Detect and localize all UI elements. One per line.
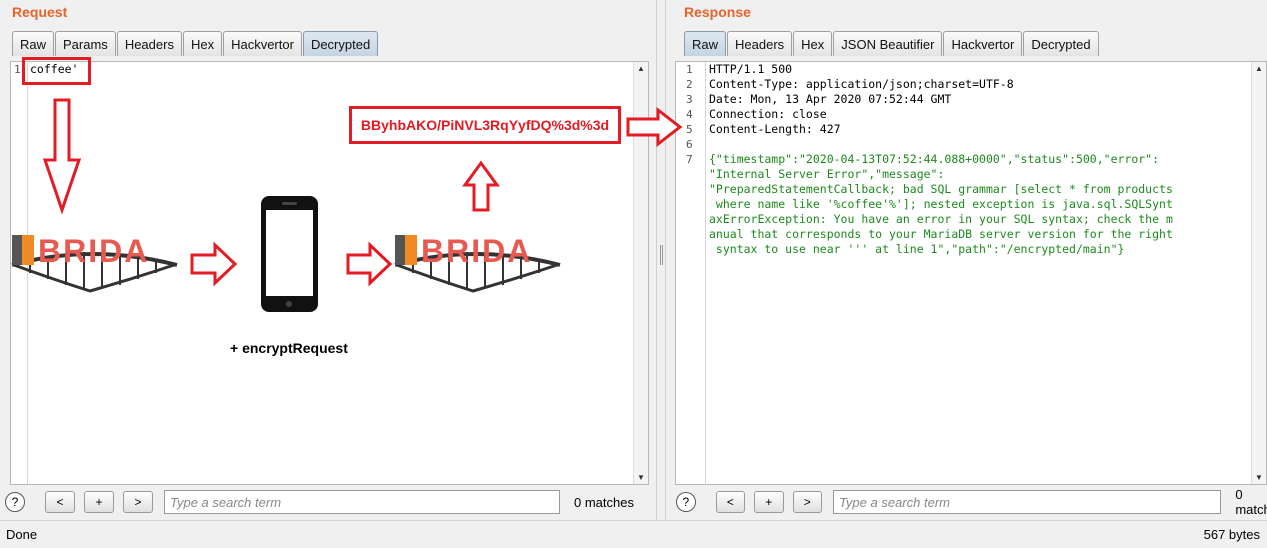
line-number: 5 [686,123,693,136]
body-line: anual that corresponds to your MariaDB s… [709,227,1173,241]
scroll-down-icon[interactable]: ▼ [634,471,648,484]
help-icon[interactable]: ? [676,492,696,512]
response-tab-raw[interactable]: Raw [684,31,727,56]
scroll-up-icon[interactable]: ▲ [634,62,648,75]
prev-match-button[interactable]: < [45,491,75,513]
prev-match-button[interactable]: < [715,491,746,513]
divider-grip-icon[interactable] [660,245,663,265]
next-match-button[interactable]: > [792,491,822,513]
line-number: 6 [686,138,693,151]
split-divider[interactable] [656,0,666,520]
body-line: "PreparedStatementCallback; bad SQL gram… [709,182,1173,196]
body-line: syntax to use near ''' at line 1","path"… [709,242,1125,256]
add-button[interactable]: + [754,491,784,513]
line-number: 1 [14,63,21,76]
header-line: Content-Length: 427 [709,122,841,136]
response-tab-hackvertor[interactable]: Hackvertor [943,31,1023,56]
response-scrollbar[interactable]: ▲ ▼ [1251,62,1266,484]
request-searchbar: ? < + > 0 matches [5,489,634,515]
header-line: Date: Mon, 13 Apr 2020 07:52:44 GMT [709,92,952,106]
request-title: Request [12,4,68,20]
add-button[interactable]: + [84,491,114,513]
byte-count: 567 bytes [1203,527,1260,542]
response-tab-decrypted[interactable]: Decrypted [1023,31,1099,56]
line-number: 7 [686,153,693,166]
request-matches: 0 matches [574,494,634,510]
request-tabs: Raw Params Headers Hex Hackvertor Decrypted [12,31,379,56]
body-line: {"timestamp":"2020-04-13T07:52:44.088+00… [709,152,1160,166]
response-pane: Response Raw Headers Hex JSON Beautifier Hac… [666,0,1267,520]
response-tab-headers[interactable]: Headers [727,31,793,56]
request-tab-hackvertor[interactable]: Hackvertor [223,31,302,56]
response-title: Response [684,4,751,20]
request-tab-params[interactable]: Params [55,31,116,56]
request-gutter: 1 [11,62,28,484]
request-pane: Request Raw Params Headers Hex Hackvertor Dec… [0,0,656,520]
line-number: 2 [686,78,693,91]
request-scrollbar[interactable]: ▲ ▼ [633,62,648,484]
header-line: Connection: close [709,107,827,121]
response-code[interactable]: HTTP/1.1 500 Content-Type: application/js… [709,62,1249,257]
response-tab-json-beautifier[interactable]: JSON Beautifier [833,31,943,56]
code-line: coffee' [30,62,79,76]
body-line: axErrorException: You have an error in y… [709,212,1173,226]
response-matches: 0 matches [1235,487,1267,517]
response-search-input[interactable] [832,490,1222,514]
scroll-down-icon[interactable]: ▼ [1252,471,1266,484]
scroll-up-icon[interactable]: ▲ [1252,62,1266,75]
request-code[interactable]: coffee' [30,62,78,77]
body-line: where name like '%coffee'%']; nested exc… [709,197,1173,211]
response-tab-hex[interactable]: Hex [793,31,833,56]
response-gutter: 1 2 3 4 5 6 7 [676,62,706,484]
request-editor[interactable]: 1 coffee' ▲ ▼ [10,61,649,485]
status-bar: Done 567 bytes [0,520,1267,548]
response-editor[interactable]: 1 2 3 4 5 6 7 HTTP/1.1 500 Content-Type: applic… [675,61,1267,485]
header-line: Content-Type: application/json;charset=U… [709,77,1014,91]
line-number: 4 [686,108,693,121]
status-text: Done [6,527,38,542]
line-number: 3 [686,93,693,106]
request-tab-decrypted[interactable]: Decrypted [302,31,379,56]
body-line: "Internal Server Error","message": [709,167,945,181]
request-tab-hex[interactable]: Hex [182,31,223,56]
response-tabs: Raw Headers Hex JSON Beautifier Hackvertor De… [684,31,1100,56]
request-tab-raw[interactable]: Raw [12,31,55,56]
response-searchbar: ? < + > 0 matches [676,487,1267,517]
help-icon[interactable]: ? [5,492,25,512]
request-tab-headers[interactable]: Headers [116,31,182,56]
next-match-button[interactable]: > [123,491,153,513]
header-line: HTTP/1.1 500 [709,62,793,76]
header-line [709,137,1249,152]
line-number: 1 [686,63,693,76]
request-search-input[interactable] [164,490,560,514]
